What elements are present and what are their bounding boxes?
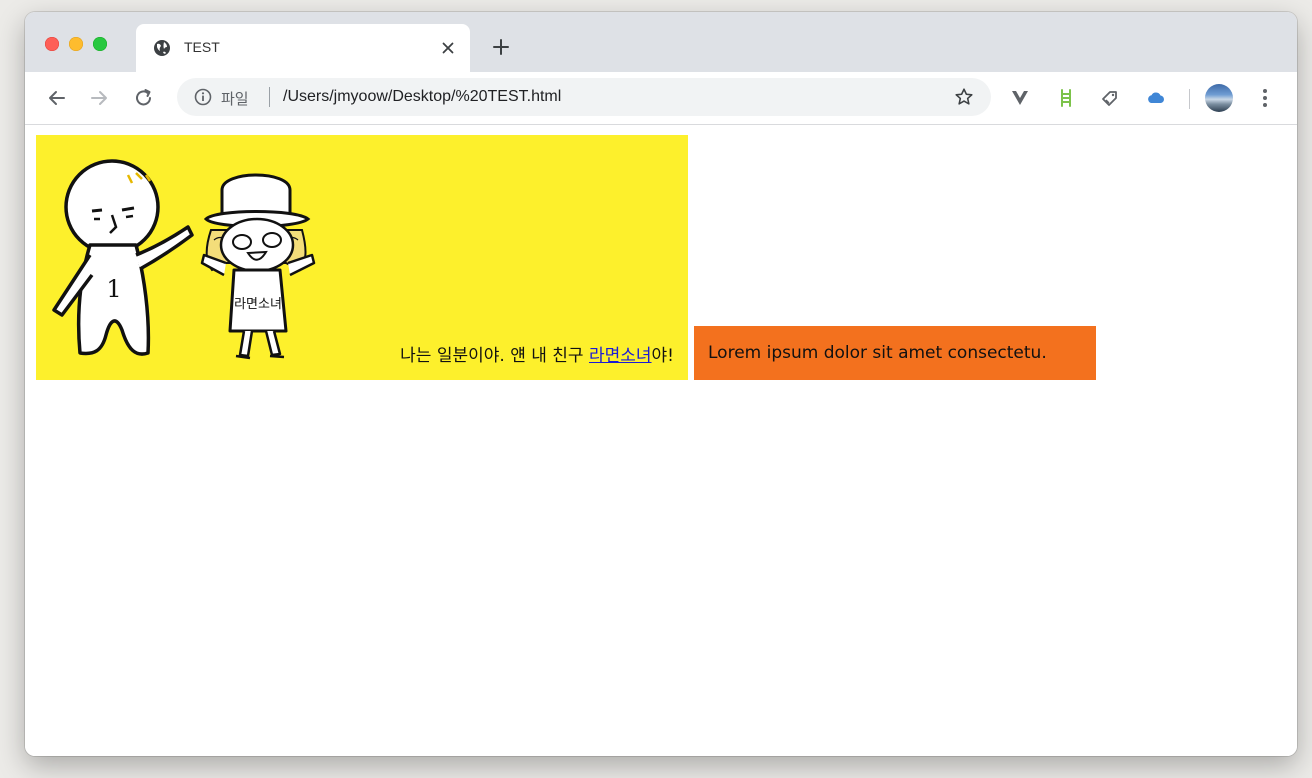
ladder-extension-icon[interactable] (1055, 87, 1077, 109)
scheme-label: 파일 (221, 90, 249, 108)
new-tab-icon[interactable] (491, 37, 511, 57)
menu-kebab-icon[interactable] (1257, 86, 1273, 110)
toolbar-divider (1189, 89, 1190, 109)
minimize-window-button[interactable] (69, 37, 83, 51)
url-text[interactable]: /Users/jmyoow/Desktop/%20TEST.html (283, 88, 561, 106)
omnibox-divider (269, 87, 270, 107)
orange-box-text: Lorem ipsum dolor sit amet consectetu. (708, 343, 1047, 363)
tag-extension-icon[interactable] (1099, 87, 1121, 109)
browser-window: TEST 파일 /Users/jmyoow/Desktop/%20TEST.ht… (25, 12, 1297, 756)
tab-title: TEST (184, 39, 220, 55)
yellow-box-caption: 나는 일분이야. 얜 내 친구 라면소녀야! (400, 341, 674, 366)
caption-text-after: 야! (651, 346, 674, 366)
orange-box: Lorem ipsum dolor sit amet consectetu. (694, 326, 1096, 380)
cloud-extension-icon[interactable] (1145, 87, 1167, 109)
v-extension-icon[interactable] (1009, 87, 1031, 109)
page-content: 1 라면소녀 나는 일분이야. 얜 내 친구 라면소녀야! Lorem ipsu… (25, 125, 1297, 756)
bookmark-star-icon[interactable] (953, 86, 975, 108)
shirt-label-text: 라면소녀 (234, 297, 282, 312)
yellow-box: 1 라면소녀 나는 일분이야. 얜 내 친구 라면소녀야! (36, 135, 688, 380)
close-window-button[interactable] (45, 37, 59, 51)
caption-text-before: 나는 일분이야. 얜 내 친구 (400, 346, 589, 366)
browser-toolbar: 파일 /Users/jmyoow/Desktop/%20TEST.html (25, 72, 1297, 125)
globe-icon (154, 40, 170, 56)
tab-close-icon[interactable] (438, 38, 458, 58)
profile-avatar[interactable] (1205, 84, 1233, 112)
back-arrow-icon[interactable] (45, 86, 69, 110)
tab-strip: TEST (25, 12, 1297, 72)
info-icon[interactable] (193, 87, 213, 107)
zoom-window-button[interactable] (93, 37, 107, 51)
address-bar[interactable]: 파일 /Users/jmyoow/Desktop/%20TEST.html (177, 78, 991, 116)
shirt-number-text: 1 (106, 275, 121, 303)
reload-icon[interactable] (132, 86, 156, 110)
tab-test[interactable]: TEST (136, 24, 470, 72)
forward-arrow-icon[interactable] (87, 86, 111, 110)
ramen-girl-link[interactable]: 라면소녀 (589, 346, 652, 366)
